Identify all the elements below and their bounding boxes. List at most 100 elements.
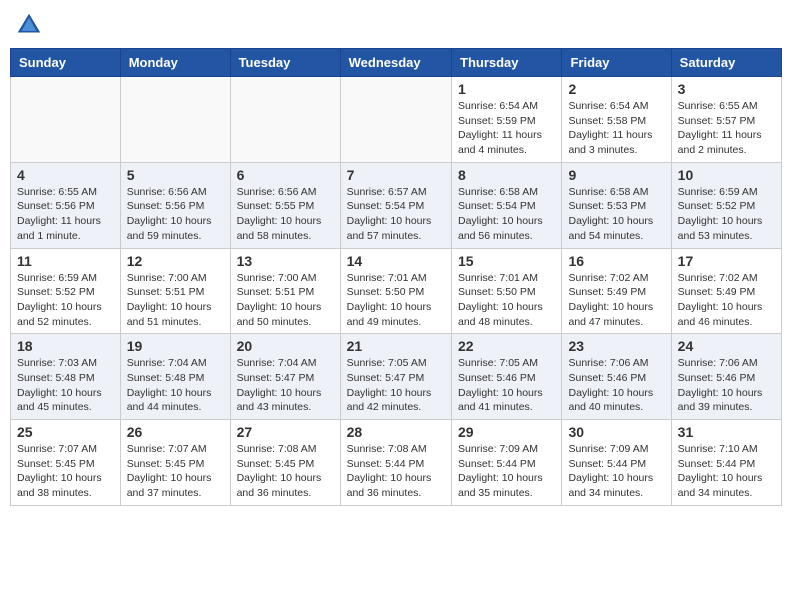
weekday-header-thursday: Thursday bbox=[452, 49, 562, 77]
day-info: Sunrise: 6:55 AM Sunset: 5:56 PM Dayligh… bbox=[17, 185, 114, 244]
day-info: Sunrise: 7:09 AM Sunset: 5:44 PM Dayligh… bbox=[458, 442, 555, 501]
day-number: 23 bbox=[568, 338, 664, 354]
day-number: 6 bbox=[237, 167, 334, 183]
day-number: 3 bbox=[678, 81, 775, 97]
day-info: Sunrise: 7:05 AM Sunset: 5:46 PM Dayligh… bbox=[458, 356, 555, 415]
day-info: Sunrise: 7:01 AM Sunset: 5:50 PM Dayligh… bbox=[347, 271, 445, 330]
calendar-cell: 14Sunrise: 7:01 AM Sunset: 5:50 PM Dayli… bbox=[340, 248, 451, 334]
calendar-cell: 13 Sunrise: 7:00 AM Sunset: 5:51 PM Dayli… bbox=[230, 248, 340, 334]
calendar-cell: 28 Sunrise: 7:08 AM Sunset: 5:44 PM Dayli… bbox=[340, 420, 451, 506]
calendar-cell bbox=[120, 77, 230, 163]
day-number: 10 bbox=[678, 167, 775, 183]
day-info: Sunrise: 7:07 AM Sunset: 5:45 PM Dayligh… bbox=[17, 442, 114, 501]
day-info: Sunrise: 7:04 AM Sunset: 5:47 PM Dayligh… bbox=[237, 356, 334, 415]
calendar-week-5: 25 Sunrise: 7:07 AM Sunset: 5:45 PM Dayli… bbox=[11, 420, 782, 506]
day-number: 30 bbox=[568, 424, 664, 440]
day-number: 31 bbox=[678, 424, 775, 440]
day-number: 21 bbox=[347, 338, 445, 354]
calendar-cell: 24 Sunrise: 7:06 AM Sunset: 5:46 PM Dayli… bbox=[671, 334, 781, 420]
weekday-header-saturday: Saturday bbox=[671, 49, 781, 77]
day-number: 26 bbox=[127, 424, 224, 440]
calendar-cell: 12 Sunrise: 7:00 AM Sunset: 5:51 PM Dayli… bbox=[120, 248, 230, 334]
calendar-cell: 3 Sunrise: 6:55 AM Sunset: 5:57 PM Daylig… bbox=[671, 77, 781, 163]
calendar-cell: 23 Sunrise: 7:06 AM Sunset: 5:46 PM Dayli… bbox=[562, 334, 671, 420]
weekday-header-wednesday: Wednesday bbox=[340, 49, 451, 77]
day-number: 22 bbox=[458, 338, 555, 354]
calendar-week-2: 4 Sunrise: 6:55 AM Sunset: 5:56 PM Daylig… bbox=[11, 162, 782, 248]
calendar-cell: 19Sunrise: 7:04 AM Sunset: 5:48 PM Dayli… bbox=[120, 334, 230, 420]
calendar-cell: 5Sunrise: 6:56 AM Sunset: 5:56 PM Daylig… bbox=[120, 162, 230, 248]
calendar-header-row: SundayMondayTuesdayWednesdayThursdayFrid… bbox=[11, 49, 782, 77]
calendar-week-4: 18 Sunrise: 7:03 AM Sunset: 5:48 PM Dayli… bbox=[11, 334, 782, 420]
day-number: 8 bbox=[458, 167, 555, 183]
calendar-cell: 1 Sunrise: 6:54 AM Sunset: 5:59 PM Daylig… bbox=[452, 77, 562, 163]
day-info: Sunrise: 7:02 AM Sunset: 5:49 PM Dayligh… bbox=[678, 271, 775, 330]
calendar-cell bbox=[230, 77, 340, 163]
weekday-header-sunday: Sunday bbox=[11, 49, 121, 77]
day-info: Sunrise: 7:06 AM Sunset: 5:46 PM Dayligh… bbox=[678, 356, 775, 415]
calendar-cell: 17 Sunrise: 7:02 AM Sunset: 5:49 PM Dayli… bbox=[671, 248, 781, 334]
calendar-cell: 4 Sunrise: 6:55 AM Sunset: 5:56 PM Daylig… bbox=[11, 162, 121, 248]
calendar-cell: 30 Sunrise: 7:09 AM Sunset: 5:44 PM Dayli… bbox=[562, 420, 671, 506]
day-info: Sunrise: 7:03 AM Sunset: 5:48 PM Dayligh… bbox=[17, 356, 114, 415]
calendar-cell: 25 Sunrise: 7:07 AM Sunset: 5:45 PM Dayli… bbox=[11, 420, 121, 506]
day-info: Sunrise: 6:57 AM Sunset: 5:54 PM Dayligh… bbox=[347, 185, 445, 244]
day-info: Sunrise: 6:59 AM Sunset: 5:52 PM Dayligh… bbox=[678, 185, 775, 244]
weekday-header-friday: Friday bbox=[562, 49, 671, 77]
logo-icon bbox=[14, 10, 44, 40]
calendar-cell: 8 Sunrise: 6:58 AM Sunset: 5:54 PM Daylig… bbox=[452, 162, 562, 248]
day-info: Sunrise: 6:54 AM Sunset: 5:59 PM Dayligh… bbox=[458, 99, 555, 158]
day-info: Sunrise: 7:09 AM Sunset: 5:44 PM Dayligh… bbox=[568, 442, 664, 501]
day-number: 1 bbox=[458, 81, 555, 97]
day-info: Sunrise: 6:58 AM Sunset: 5:54 PM Dayligh… bbox=[458, 185, 555, 244]
calendar-cell: 27 Sunrise: 7:08 AM Sunset: 5:45 PM Dayli… bbox=[230, 420, 340, 506]
day-info: Sunrise: 7:06 AM Sunset: 5:46 PM Dayligh… bbox=[568, 356, 664, 415]
day-info: Sunrise: 6:58 AM Sunset: 5:53 PM Dayligh… bbox=[568, 185, 664, 244]
day-number: 12 bbox=[127, 253, 224, 269]
calendar-cell: 6 Sunrise: 6:56 AM Sunset: 5:55 PM Daylig… bbox=[230, 162, 340, 248]
day-number: 15 bbox=[458, 253, 555, 269]
day-number: 18 bbox=[17, 338, 114, 354]
day-info: Sunrise: 7:05 AM Sunset: 5:47 PM Dayligh… bbox=[347, 356, 445, 415]
day-info: Sunrise: 6:56 AM Sunset: 5:55 PM Dayligh… bbox=[237, 185, 334, 244]
calendar-cell: 15 Sunrise: 7:01 AM Sunset: 5:50 PM Dayli… bbox=[452, 248, 562, 334]
day-number: 2 bbox=[568, 81, 664, 97]
calendar-cell: 29Sunrise: 7:09 AM Sunset: 5:44 PM Dayli… bbox=[452, 420, 562, 506]
calendar-cell: 22 Sunrise: 7:05 AM Sunset: 5:46 PM Dayli… bbox=[452, 334, 562, 420]
calendar-cell: 10 Sunrise: 6:59 AM Sunset: 5:52 PM Dayli… bbox=[671, 162, 781, 248]
day-info: Sunrise: 7:08 AM Sunset: 5:45 PM Dayligh… bbox=[237, 442, 334, 501]
day-number: 11 bbox=[17, 253, 114, 269]
calendar-cell: 16Sunrise: 7:02 AM Sunset: 5:49 PM Dayli… bbox=[562, 248, 671, 334]
day-info: Sunrise: 6:56 AM Sunset: 5:56 PM Dayligh… bbox=[127, 185, 224, 244]
logo bbox=[14, 10, 48, 40]
calendar-cell: 31Sunrise: 7:10 AM Sunset: 5:44 PM Dayli… bbox=[671, 420, 781, 506]
day-info: Sunrise: 6:55 AM Sunset: 5:57 PM Dayligh… bbox=[678, 99, 775, 158]
day-number: 28 bbox=[347, 424, 445, 440]
day-number: 9 bbox=[568, 167, 664, 183]
day-number: 27 bbox=[237, 424, 334, 440]
weekday-header-tuesday: Tuesday bbox=[230, 49, 340, 77]
calendar-cell: 7Sunrise: 6:57 AM Sunset: 5:54 PM Daylig… bbox=[340, 162, 451, 248]
day-info: Sunrise: 7:08 AM Sunset: 5:44 PM Dayligh… bbox=[347, 442, 445, 501]
day-info: Sunrise: 7:01 AM Sunset: 5:50 PM Dayligh… bbox=[458, 271, 555, 330]
day-info: Sunrise: 7:07 AM Sunset: 5:45 PM Dayligh… bbox=[127, 442, 224, 501]
day-number: 4 bbox=[17, 167, 114, 183]
calendar-cell: 11Sunrise: 6:59 AM Sunset: 5:52 PM Dayli… bbox=[11, 248, 121, 334]
day-info: Sunrise: 7:00 AM Sunset: 5:51 PM Dayligh… bbox=[237, 271, 334, 330]
day-number: 13 bbox=[237, 253, 334, 269]
day-number: 19 bbox=[127, 338, 224, 354]
day-number: 17 bbox=[678, 253, 775, 269]
calendar-cell bbox=[340, 77, 451, 163]
calendar-week-3: 11Sunrise: 6:59 AM Sunset: 5:52 PM Dayli… bbox=[11, 248, 782, 334]
calendar-cell: 20Sunrise: 7:04 AM Sunset: 5:47 PM Dayli… bbox=[230, 334, 340, 420]
day-number: 25 bbox=[17, 424, 114, 440]
calendar-cell: 2 Sunrise: 6:54 AM Sunset: 5:58 PM Daylig… bbox=[562, 77, 671, 163]
day-info: Sunrise: 7:00 AM Sunset: 5:51 PM Dayligh… bbox=[127, 271, 224, 330]
calendar-cell: 9 Sunrise: 6:58 AM Sunset: 5:53 PM Daylig… bbox=[562, 162, 671, 248]
calendar-cell: 21 Sunrise: 7:05 AM Sunset: 5:47 PM Dayli… bbox=[340, 334, 451, 420]
day-info: Sunrise: 6:54 AM Sunset: 5:58 PM Dayligh… bbox=[568, 99, 664, 158]
day-number: 24 bbox=[678, 338, 775, 354]
calendar-cell: 26 Sunrise: 7:07 AM Sunset: 5:45 PM Dayli… bbox=[120, 420, 230, 506]
calendar-cell bbox=[11, 77, 121, 163]
calendar-cell: 18 Sunrise: 7:03 AM Sunset: 5:48 PM Dayli… bbox=[11, 334, 121, 420]
